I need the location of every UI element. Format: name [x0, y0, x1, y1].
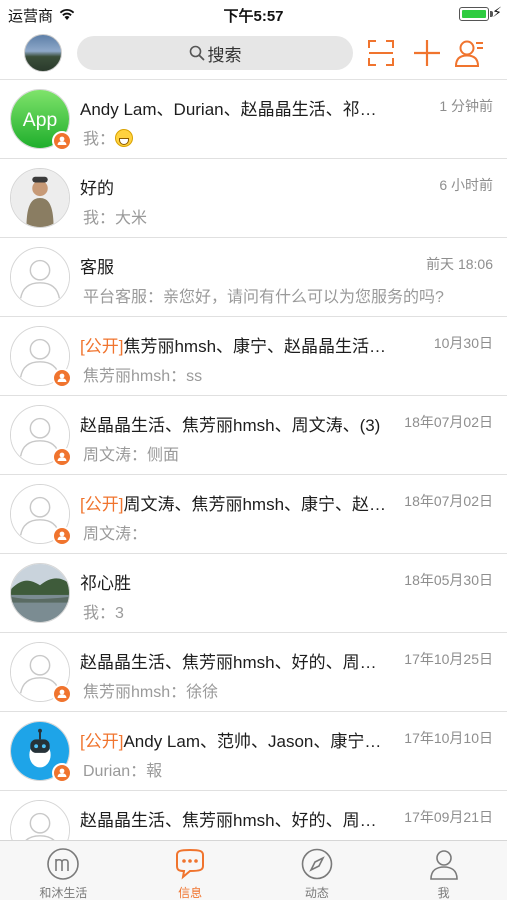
search-icon	[189, 45, 204, 61]
conversation-title: [公开]焦芳丽hmsh、康宁、赵晶晶生活、祁心胜、(5)	[80, 332, 392, 357]
charging-icon: ⚡	[492, 4, 502, 20]
conversation-title-text: 赵晶晶生活、焦芳丽hmsh、好的、周文涛	[80, 653, 392, 672]
grinning-emoji-icon	[115, 129, 134, 147]
public-tag: [公开]	[80, 337, 124, 356]
conversation-title-text: 赵晶晶生活、焦芳丽hmsh、好的、周文涛	[80, 811, 392, 830]
photo-person	[10, 168, 70, 228]
group-badge-icon	[52, 684, 72, 704]
search-input[interactable]: 搜索	[77, 36, 353, 70]
tab-me[interactable]: 我	[380, 841, 507, 900]
public-tag: [公开]	[80, 495, 124, 514]
group-badge-icon	[52, 368, 72, 388]
conversation-preview-text: 我：	[83, 131, 116, 148]
clock: 下午5:57	[223, 8, 284, 25]
conversation-title: 客服	[80, 253, 392, 278]
tab-home[interactable]: 和沐生活	[0, 841, 127, 900]
conversation-preview-text: Durian：報	[83, 763, 163, 780]
conversation-title-text: 祁心胜	[80, 574, 131, 593]
conversation-preview: Durian：報	[83, 757, 493, 781]
conversation-preview: 我：3	[83, 599, 493, 623]
public-tag: [公开]	[80, 732, 124, 751]
conversation-row[interactable]: App Andy Lam、Durian、赵晶晶生活、祁心胜、(4) 1 分钟前 …	[0, 80, 507, 159]
conversation-preview-text: 焦芳丽hmsh：徐徐	[83, 684, 219, 701]
conversation-preview: 我：大米	[83, 204, 493, 228]
conversation-row[interactable]: 赵晶晶生活、焦芳丽hmsh、好的、周文涛 17年09月21日	[0, 791, 507, 840]
tab-label: 和沐生活	[39, 886, 88, 900]
conversation-time: 10月30日	[433, 335, 493, 351]
conversation-title-text: 焦芳丽hmsh、康宁、赵晶晶生活、祁心胜、(5)	[123, 337, 392, 356]
conversation-list[interactable]: App Andy Lam、Durian、赵晶晶生活、祁心胜、(4) 1 分钟前 …	[0, 80, 507, 840]
add-icon[interactable]	[411, 37, 443, 69]
group-badge-icon	[52, 131, 72, 151]
conversation-row[interactable]: 客服 前天 18:06 平台客服：亲您好，请问有什么可以为您服务的吗?	[0, 238, 507, 317]
conversation-title-text: Andy Lam、Durian、赵晶晶生活、祁心胜、(4)	[80, 100, 392, 119]
conversation-preview: 周文涛：侧面	[83, 441, 493, 465]
chat-bubble-icon	[176, 848, 205, 880]
conversation-time: 17年10月10日	[404, 730, 493, 746]
conversation-time: 17年10月25日	[404, 651, 493, 667]
default-avatar	[10, 247, 70, 307]
conversation-preview: 焦芳丽hmsh：ss	[83, 362, 493, 386]
tab-messages[interactable]: 信息	[127, 841, 254, 900]
compass-icon	[301, 848, 333, 880]
conversation-time: 1 分钟前	[439, 98, 493, 114]
conversation-preview: 周文涛：	[83, 520, 493, 544]
conversation-row[interactable]: 祁心胜 18年05月30日 我：3	[0, 554, 507, 633]
battery-icon	[459, 7, 493, 21]
conversation-title-text: 好的	[80, 179, 114, 198]
home-logo-icon	[47, 848, 80, 880]
conversation-preview-text: 我：3	[83, 605, 124, 622]
conversation-time: 17年09月21日	[404, 809, 493, 825]
conversation-title: [公开]周文涛、焦芳丽hmsh、康宁、赵晶晶生活	[80, 490, 392, 515]
conversation-preview: 焦芳丽hmsh：徐徐	[83, 678, 493, 702]
conversation-title-text: 周文涛、焦芳丽hmsh、康宁、赵晶晶生活	[123, 495, 392, 514]
conversation-title: 赵晶晶生活、焦芳丽hmsh、好的、周文涛	[80, 648, 392, 673]
conversation-row[interactable]: 赵晶晶生活、焦芳丽hmsh、周文涛、(3) 18年07月02日 周文涛：侧面	[0, 396, 507, 475]
tab-label: 我	[437, 886, 450, 900]
top-nav-bar: 搜索	[0, 28, 507, 80]
conversation-preview-text: 周文涛：侧面	[83, 447, 180, 464]
group-badge-icon	[52, 763, 72, 783]
conversation-title: 赵晶晶生活、焦芳丽hmsh、好的、周文涛	[80, 806, 392, 831]
conversation-row[interactable]: 赵晶晶生活、焦芳丽hmsh、好的、周文涛 17年10月25日 焦芳丽hmsh：徐…	[0, 633, 507, 712]
conversation-title-text: 赵晶晶生活、焦芳丽hmsh、周文涛、(3)	[80, 416, 381, 435]
conversation-row[interactable]: [公开]焦芳丽hmsh、康宁、赵晶晶生活、祁心胜、(5) 10月30日 焦芳丽h…	[0, 317, 507, 396]
conversation-time: 18年07月02日	[404, 493, 493, 509]
conversation-preview-text: 焦芳丽hmsh：ss	[83, 368, 203, 385]
conversation-title: Andy Lam、Durian、赵晶晶生活、祁心胜、(4)	[80, 95, 392, 120]
conversation-title-text: 客服	[80, 258, 114, 277]
tab-label: 动态	[304, 886, 329, 900]
conversation-time: 18年05月30日	[404, 572, 493, 588]
conversation-preview: 我：	[83, 125, 493, 149]
conversation-preview-text: 周文涛：	[83, 526, 148, 543]
contacts-icon[interactable]	[453, 37, 485, 69]
default-avatar	[10, 800, 70, 840]
conversation-row[interactable]: [公开]周文涛、焦芳丽hmsh、康宁、赵晶晶生活 18年07月02日 周文涛：	[0, 475, 507, 554]
conversation-title-text: Andy Lam、范帅、Jason、康宁、赵晶晶	[123, 732, 392, 751]
group-badge-icon	[52, 526, 72, 546]
conversation-row[interactable]: [公开]Andy Lam、范帅、Jason、康宁、赵晶晶 17年10月10日 D…	[0, 712, 507, 791]
tab-moments[interactable]: 动态	[254, 841, 381, 900]
conversation-time: 18年07月02日	[404, 414, 493, 430]
conversation-preview-text: 我：大米	[83, 210, 148, 227]
scan-icon[interactable]	[365, 37, 397, 69]
tab-label: 信息	[178, 886, 203, 900]
conversation-title: [公开]Andy Lam、范帅、Jason、康宁、赵晶晶	[80, 727, 392, 752]
conversation-row[interactable]: 好的 6 小时前 我：大米	[0, 159, 507, 238]
status-bar: 运营商 下午5:57 ⚡	[0, 0, 507, 28]
conversation-title: 好的	[80, 174, 392, 199]
photo-lake	[10, 563, 70, 623]
profile-avatar[interactable]	[24, 34, 62, 72]
conversation-time: 前天 18:06	[426, 256, 493, 272]
conversation-title: 赵晶晶生活、焦芳丽hmsh、周文涛、(3)	[80, 411, 392, 436]
group-badge-icon	[52, 447, 72, 467]
person-icon	[429, 850, 458, 880]
bottom-tab-bar: 和沐生活 信息 动态 我	[0, 840, 507, 900]
conversation-preview-text: 平台客服：亲您好，请问有什么可以为您服务的吗?	[83, 289, 444, 306]
svg-text:App: App	[23, 110, 57, 131]
conversation-preview: 平台客服：亲您好，请问有什么可以为您服务的吗?	[83, 283, 493, 307]
conversation-time: 6 小时前	[439, 177, 493, 193]
search-placeholder: 搜索	[207, 45, 242, 65]
conversation-title: 祁心胜	[80, 569, 392, 594]
